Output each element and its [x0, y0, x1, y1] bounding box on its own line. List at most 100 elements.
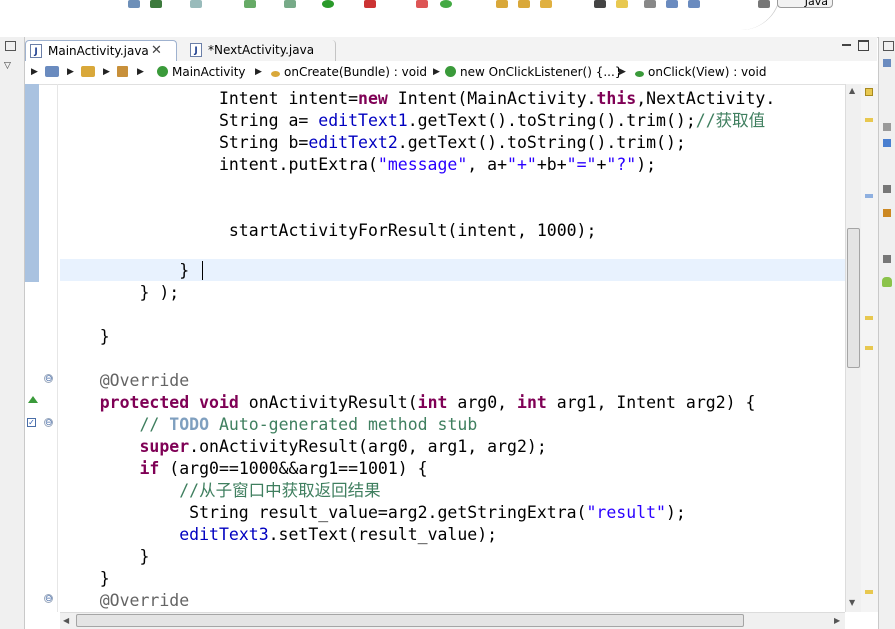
java-file-icon: J — [190, 43, 202, 57]
warning-summary-icon[interactable] — [865, 88, 873, 96]
source-folder-icon[interactable] — [81, 61, 99, 84]
restore-icon[interactable] — [5, 41, 16, 51]
main-toolbar: Java — [0, 0, 895, 38]
code-line[interactable]: // TODO Auto-generated method stub — [60, 414, 477, 436]
print-icon[interactable] — [190, 0, 202, 8]
overview-ruler[interactable] — [861, 84, 878, 612]
chevron-right-icon: ▶ — [103, 67, 110, 77]
minimize-icon[interactable] — [842, 44, 851, 46]
java-file-icon: J — [30, 44, 42, 58]
task-marker-icon[interactable]: ✓ — [27, 418, 36, 427]
overview-mark[interactable] — [865, 316, 873, 320]
editor-tab-bar: J MainActivity.java ✕ J *NextActivity.ja… — [25, 37, 877, 62]
right-trim-bar — [878, 37, 895, 629]
project-icon[interactable] — [45, 61, 63, 84]
fold-toggle-icon[interactable]: ⊖ — [44, 374, 53, 384]
open-task-icon[interactable] — [518, 0, 530, 8]
back-icon[interactable] — [644, 0, 656, 8]
run-icon[interactable] — [322, 0, 334, 8]
code-line[interactable]: super.onActivityResult(arg0, arg1, arg2)… — [60, 436, 546, 458]
breadcrumb-item-class[interactable]: MainActivity — [157, 61, 246, 84]
method-icon — [271, 71, 280, 77]
scroll-left-icon[interactable]: ◀ — [63, 616, 69, 625]
code-line[interactable]: @Override — [60, 370, 189, 392]
chevron-right-icon: ▶ — [433, 67, 440, 77]
code-line[interactable]: intent.putExtra("message", a+"+"+b+"="+"… — [60, 154, 656, 176]
debug-icon[interactable] — [284, 0, 296, 8]
view-menu-icon[interactable]: ▽ — [4, 61, 11, 71]
code-line[interactable]: //从子窗口中获取返回结果 — [60, 480, 380, 502]
tab-label: MainActivity.java — [48, 44, 149, 58]
restore-icon[interactable] — [883, 41, 894, 51]
fold-toggle-icon[interactable]: ⊖ — [44, 594, 53, 604]
overview-mark[interactable] — [865, 590, 873, 594]
chevron-right-icon: ▶ — [67, 67, 74, 77]
hierarchy-icon[interactable] — [883, 139, 891, 147]
override-marker-icon — [28, 396, 38, 403]
breadcrumb: ▶ ▶ ▶ ▶ MainActivity ▶ onCreate(Bundle) … — [25, 61, 877, 85]
vertical-scroll-thumb[interactable] — [847, 228, 860, 368]
package-icon[interactable] — [117, 61, 132, 84]
overview-mark[interactable] — [865, 118, 873, 122]
scroll-up-icon[interactable]: ▲ — [849, 86, 855, 95]
editor-window-controls — [838, 38, 874, 56]
console-view-icon[interactable] — [883, 209, 891, 217]
search-icon[interactable] — [540, 0, 552, 8]
close-icon[interactable]: ✕ — [151, 41, 162, 61]
code-line[interactable]: if (arg0==1000&&arg1==1001) { — [60, 458, 427, 480]
android-icon[interactable] — [882, 277, 892, 287]
save-icon[interactable] — [128, 0, 140, 8]
external-tools-icon[interactable] — [364, 0, 376, 8]
method-icon — [635, 71, 644, 77]
quick-diff-ruler — [25, 84, 39, 282]
package-explorer-icon[interactable] — [883, 123, 891, 131]
code-line[interactable]: } — [60, 568, 110, 590]
chevron-right-icon: ▶ — [137, 67, 144, 77]
left-trim-bar: ▽ — [0, 37, 25, 629]
java-perspective-button[interactable]: Java — [777, 0, 833, 8]
breadcrumb-item-onclick[interactable]: onClick(View) : void — [635, 61, 766, 84]
tab-main-activity[interactable]: J MainActivity.java ✕ — [25, 40, 177, 61]
logcat-view-icon[interactable] — [883, 255, 891, 263]
outline-view-icon[interactable] — [883, 59, 891, 67]
scroll-down-icon[interactable]: ▼ — [849, 598, 855, 607]
tab-label: *NextActivity.java — [208, 43, 315, 57]
android-sdk-icon[interactable] — [244, 0, 256, 8]
code-line[interactable]: editText3.setText(result_value); — [60, 524, 497, 546]
overview-mark[interactable] — [865, 346, 873, 350]
new-package-icon[interactable] — [440, 0, 452, 8]
code-line[interactable]: } — [60, 326, 110, 348]
code-line[interactable]: @Override — [60, 590, 189, 612]
open-perspective-icon[interactable] — [758, 0, 770, 8]
code-line[interactable]: } ); — [60, 282, 179, 304]
line-number-separator — [57, 84, 58, 612]
breadcrumb-item-listener[interactable]: new OnClickListener() {...} — [445, 61, 622, 84]
maximize-icon[interactable] — [858, 40, 869, 51]
code-line[interactable]: protected void onActivityResult(int arg0… — [60, 392, 756, 414]
scroll-right-icon[interactable]: ▶ — [834, 616, 840, 625]
code-line[interactable]: Intent intent=new Intent(MainActivity.th… — [60, 88, 775, 110]
code-line[interactable]: String result_value=arg2.getStringExtra(… — [60, 502, 686, 524]
horizontal-scroll-thumb[interactable] — [76, 614, 744, 627]
code-line[interactable]: String a= editText1.getText().toString()… — [60, 110, 765, 132]
code-line[interactable]: String b=editText2.getText().toString().… — [60, 132, 686, 154]
perspective-label: Java — [804, 0, 828, 8]
overview-mark[interactable] — [865, 194, 873, 198]
save-all-icon[interactable] — [150, 0, 162, 8]
problems-view-icon[interactable] — [883, 185, 891, 193]
annotation-prev-icon[interactable] — [616, 0, 628, 8]
breadcrumb-item-oncreate[interactable]: onCreate(Bundle) : void — [271, 61, 427, 84]
new-class-icon[interactable] — [416, 0, 428, 8]
pin-icon[interactable] — [688, 0, 700, 8]
text-cursor — [202, 261, 203, 280]
code-line[interactable]: } — [60, 546, 149, 568]
open-type-icon[interactable] — [496, 0, 508, 8]
forward-icon[interactable] — [666, 0, 678, 8]
code-line[interactable]: startActivityForResult(intent, 1000); — [60, 220, 597, 242]
code-editor[interactable]: Intent intent=new Intent(MainActivity.th… — [60, 84, 845, 612]
code-line[interactable]: } — [60, 260, 189, 282]
chevron-right-icon: ▶ — [619, 67, 626, 77]
annotation-next-icon[interactable] — [594, 0, 606, 8]
tab-next-activity[interactable]: J *NextActivity.java — [186, 40, 336, 61]
fold-toggle-icon[interactable]: ⊖ — [44, 418, 53, 428]
